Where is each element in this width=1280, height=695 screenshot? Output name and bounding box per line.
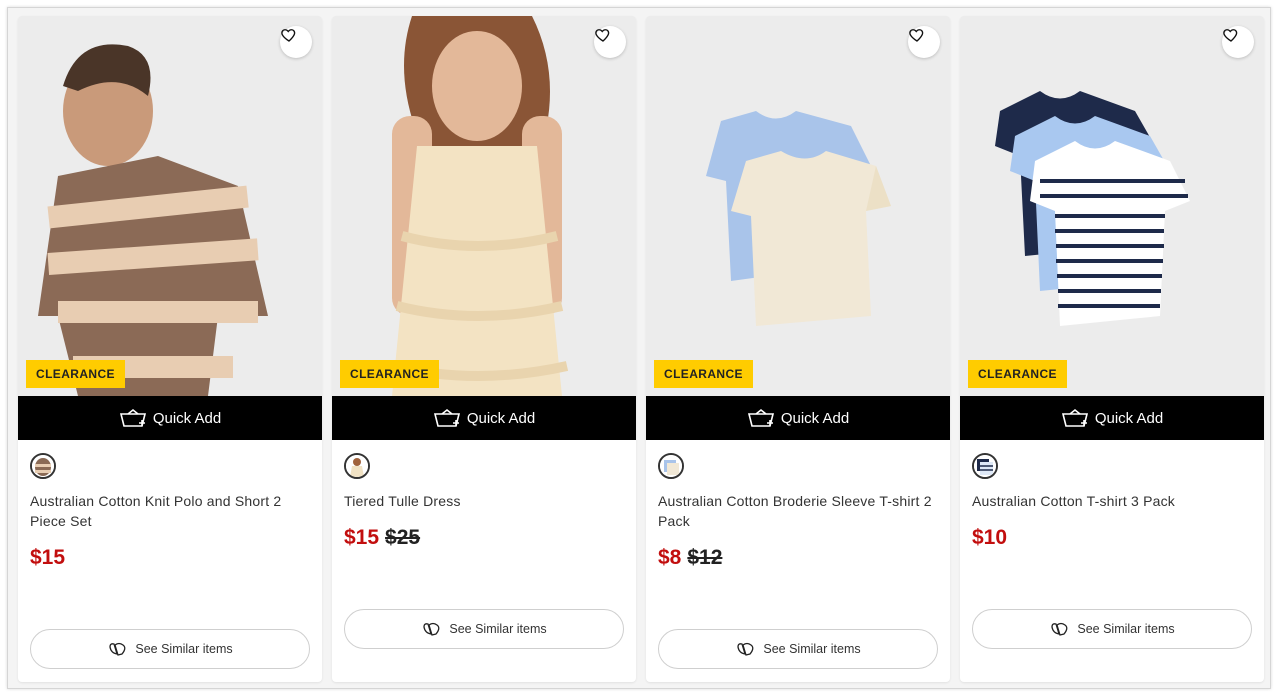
swatch-thumbnail: [32, 455, 54, 477]
see-similar-button[interactable]: See Similar items: [658, 629, 938, 669]
current-price: $10: [972, 526, 1008, 549]
product-grid-frame: CLEARANCE Quick Add Australian Cotton Kn…: [7, 7, 1271, 689]
see-similar-label: See Similar items: [1077, 622, 1175, 636]
price: $8 $12: [658, 546, 722, 570]
clearance-badge: CLEARANCE: [654, 360, 753, 388]
color-swatch[interactable]: [30, 453, 56, 479]
product-name[interactable]: Australian Cotton T-shirt 3 Pack: [972, 491, 1250, 511]
quick-add-label: Quick Add: [152, 409, 222, 427]
quick-add-button[interactable]: Quick Add: [332, 396, 636, 440]
color-swatch[interactable]: [344, 453, 370, 479]
price: $15: [30, 546, 65, 570]
current-price: $15: [344, 526, 380, 549]
clearance-badge: CLEARANCE: [968, 360, 1067, 388]
product-photo-tshirt-2-pack: [646, 16, 950, 396]
see-similar-button[interactable]: See Similar items: [972, 609, 1252, 649]
heart-icon: [1223, 29, 1238, 42]
product-image[interactable]: CLEARANCE: [332, 16, 636, 396]
wishlist-button[interactable]: [908, 26, 940, 58]
clearance-badge: CLEARANCE: [340, 360, 439, 388]
see-similar-button[interactable]: See Similar items: [30, 629, 310, 669]
hanger-hearts-icon: [423, 622, 440, 636]
basket-icon: [1061, 408, 1088, 427]
hanger-hearts-icon: [737, 642, 754, 656]
original-price: $25: [385, 526, 421, 549]
heart-icon: [595, 29, 610, 42]
see-similar-label: See Similar items: [449, 622, 547, 636]
quick-add-label: Quick Add: [1094, 409, 1164, 427]
current-price: $8: [658, 546, 682, 569]
price: $15 $25: [344, 526, 420, 550]
product-card[interactable]: CLEARANCE Quick Add Tiered Tulle Dress $…: [332, 16, 636, 682]
swatch-thumbnail: [346, 455, 368, 477]
product-card[interactable]: CLEARANCE Quick Add Australian Cotton Br…: [646, 16, 950, 682]
hanger-hearts-icon: [1051, 622, 1068, 636]
basket-icon: [119, 408, 146, 427]
quick-add-label: Quick Add: [466, 409, 536, 427]
wishlist-button[interactable]: [280, 26, 312, 58]
clearance-badge: CLEARANCE: [26, 360, 125, 388]
color-swatch[interactable]: [658, 453, 684, 479]
wishlist-button[interactable]: [594, 26, 626, 58]
product-name[interactable]: Australian Cotton Broderie Sleeve T-shir…: [658, 491, 936, 531]
heart-icon: [909, 29, 924, 42]
see-similar-label: See Similar items: [763, 642, 861, 656]
current-price: $15: [30, 546, 66, 569]
heart-icon: [281, 29, 296, 42]
quick-add-button[interactable]: Quick Add: [18, 396, 322, 440]
product-card[interactable]: CLEARANCE Quick Add Australian Cotton Kn…: [18, 16, 322, 682]
swatch-thumbnail: [660, 455, 682, 477]
product-name[interactable]: Tiered Tulle Dress: [344, 491, 622, 511]
product-photo-girl-tulle-dress: [332, 16, 636, 396]
swatch-thumbnail: [974, 455, 996, 477]
quick-add-button[interactable]: Quick Add: [960, 396, 1264, 440]
product-photo-boy-polo: [18, 16, 322, 396]
hanger-hearts-icon: [109, 642, 126, 656]
original-price: $12: [687, 546, 723, 569]
basket-icon: [747, 408, 774, 427]
product-name[interactable]: Australian Cotton Knit Polo and Short 2 …: [30, 491, 308, 531]
product-photo-tshirt-3-pack: [960, 16, 1264, 396]
product-card[interactable]: CLEARANCE Quick Add Australian Cotton T-…: [960, 16, 1264, 682]
quick-add-button[interactable]: Quick Add: [646, 396, 950, 440]
product-grid: CLEARANCE Quick Add Australian Cotton Kn…: [18, 16, 1264, 682]
price: $10: [972, 526, 1007, 550]
quick-add-label: Quick Add: [780, 409, 850, 427]
product-image[interactable]: CLEARANCE: [18, 16, 322, 396]
see-similar-button[interactable]: See Similar items: [344, 609, 624, 649]
product-image[interactable]: CLEARANCE: [646, 16, 950, 396]
color-swatch[interactable]: [972, 453, 998, 479]
basket-icon: [433, 408, 460, 427]
see-similar-label: See Similar items: [135, 642, 233, 656]
wishlist-button[interactable]: [1222, 26, 1254, 58]
product-image[interactable]: CLEARANCE: [960, 16, 1264, 396]
